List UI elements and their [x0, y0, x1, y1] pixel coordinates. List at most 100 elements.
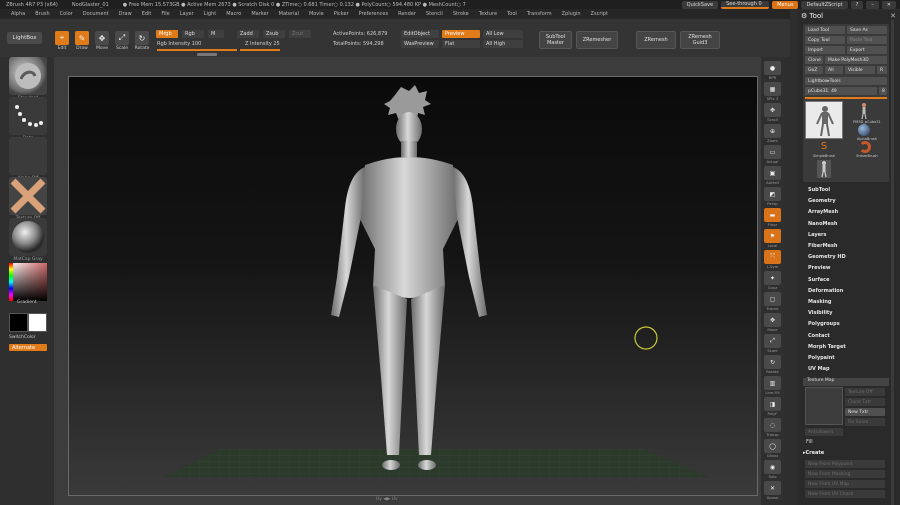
shelf-aahalf-icon[interactable]: ▣ — [764, 166, 781, 180]
subpalette-geometry-hd[interactable]: Geometry HD — [808, 254, 846, 260]
shelf-persp-icon[interactable]: ◩ — [764, 187, 781, 201]
eraser-brush-icon[interactable] — [859, 141, 871, 153]
rgb-button[interactable]: Rgb — [182, 30, 204, 38]
subpalette-deformation[interactable]: Deformation — [808, 288, 843, 294]
zsub-button[interactable]: Zsub — [263, 30, 285, 38]
m-button[interactable]: M — [208, 30, 224, 38]
fix-seam-button[interactable]: Fix Seam — [845, 418, 885, 426]
make-polymesh-button[interactable]: Make PolyMesh3D — [825, 56, 887, 64]
material-thumbnail[interactable] — [9, 218, 47, 256]
import-button[interactable]: Import — [805, 46, 845, 54]
help-icon[interactable]: ? — [850, 0, 864, 9]
current-tool-slider[interactable]: pCube31. 49 — [805, 87, 877, 95]
switchcolor-button[interactable]: SwitchColor — [9, 335, 36, 340]
export-button[interactable]: Export — [847, 46, 887, 54]
zremesher-button[interactable]: ZRemesher — [576, 31, 618, 49]
shelf-zoom-icon[interactable]: ⊕ — [764, 124, 781, 138]
subpalette-visibility[interactable]: Visibility — [808, 310, 833, 316]
zadd-button[interactable]: Zadd — [237, 30, 259, 38]
r-button[interactable]: R — [877, 66, 887, 74]
menu-color[interactable]: Color — [55, 11, 78, 17]
menu-tool[interactable]: Tool — [502, 11, 522, 17]
alpha-thumbnail[interactable] — [9, 137, 47, 175]
shelf-local-icon[interactable]: ⚑ — [764, 229, 781, 243]
all-low-button[interactable]: All Low — [483, 30, 523, 38]
minimize-icon[interactable]: – — [866, 0, 879, 9]
brush-thumbnail[interactable] — [9, 57, 47, 95]
tool-thumb-small-figure[interactable] — [817, 160, 831, 178]
shelf-polyf-icon[interactable]: ◨ — [764, 397, 781, 411]
shelf-scale-icon[interactable]: ⤢ — [764, 334, 781, 348]
subpalette-preview[interactable]: Preview — [808, 265, 831, 271]
menu-stencil[interactable]: Stencil — [421, 11, 448, 17]
edit-mode-icon[interactable]: ⌖ — [55, 31, 69, 45]
copy-tool-button[interactable]: Copy Tool — [805, 36, 845, 44]
subpalette-layers[interactable]: Layers — [808, 232, 827, 238]
menus-button[interactable]: Menus — [772, 0, 799, 9]
save-as-button[interactable]: Save As — [847, 26, 887, 34]
new-from-uvmap-button[interactable]: New From UV Map — [805, 480, 885, 488]
subpalette-arraymesh[interactable]: ArrayMesh — [808, 209, 838, 215]
shelf-bpr-icon[interactable]: ● — [764, 61, 781, 75]
simple-brush-icon[interactable]: S — [817, 141, 831, 153]
z-intensity-slider[interactable]: Z Intensity 25 — [245, 41, 280, 47]
menu-movie[interactable]: Movie — [304, 11, 329, 17]
fill-button[interactable]: Fill — [806, 439, 813, 445]
menu-texture[interactable]: Texture — [474, 11, 502, 17]
draw-mode-icon[interactable]: ✎ — [75, 31, 89, 45]
texture-thumbnail[interactable] — [9, 177, 47, 215]
zremesh-guides-button[interactable]: ZRemesh Guid3 — [680, 31, 720, 49]
new-from-masking-button[interactable]: New From Masking — [805, 470, 885, 478]
lightbox-button[interactable]: LightBox — [7, 32, 42, 44]
shelf-move-icon[interactable]: ✥ — [764, 313, 781, 327]
menu-alpha[interactable]: Alpha — [6, 11, 30, 17]
load-tool-button[interactable]: Load Tool — [805, 26, 845, 34]
shelf-frame-icon[interactable]: ▢ — [764, 292, 781, 306]
new-txtr-button[interactable]: New Txtr — [845, 408, 885, 416]
palette-close-icon[interactable]: ✕ — [890, 12, 896, 20]
stroke-thumbnail[interactable] — [9, 97, 47, 135]
alpha-brush-icon[interactable] — [858, 124, 870, 136]
shelf-solo-icon[interactable]: ◉ — [764, 460, 781, 474]
menu-light[interactable]: Light — [199, 11, 221, 17]
document-canvas[interactable] — [68, 76, 758, 496]
menu-macro[interactable]: Macro — [221, 11, 246, 17]
shelf-transp-icon[interactable]: ◌ — [764, 418, 781, 432]
visible-button[interactable]: Visible — [845, 66, 875, 74]
all-high-button[interactable]: All High — [483, 40, 523, 48]
subpalette-contact[interactable]: Contact — [808, 333, 830, 339]
rgb-intensity-bar[interactable] — [157, 49, 237, 51]
rotate-mode-icon[interactable]: ↻ — [135, 31, 149, 45]
hue-strip[interactable] — [9, 263, 13, 301]
shelf-actual-icon[interactable]: ▭ — [764, 145, 781, 159]
mrgb-button[interactable]: Mrgb — [156, 30, 178, 38]
tool-slider-bar[interactable] — [805, 97, 887, 99]
zremesh-button[interactable]: ZRemesh — [636, 31, 676, 49]
shelf-xpose-icon[interactable]: ✕ — [764, 481, 781, 495]
subpalette-subtool[interactable]: SubTool — [808, 187, 830, 193]
color-picker-square[interactable] — [9, 263, 47, 301]
new-from-polypaint-button[interactable]: New From Polypaint — [805, 460, 885, 468]
subpalette-surface[interactable]: Surface — [808, 277, 830, 283]
create-section[interactable]: ▸Create — [803, 450, 824, 456]
subpalette-morph-target[interactable]: Morph Target — [808, 344, 846, 350]
menu-edit[interactable]: Edit — [137, 11, 157, 17]
z-intensity-bar[interactable] — [240, 49, 280, 51]
menu-document[interactable]: Document — [78, 11, 114, 17]
subpalette-uv-map[interactable]: UV Map — [808, 366, 830, 372]
main-color-swatch[interactable] — [9, 313, 28, 332]
menu-transform[interactable]: Transform — [522, 11, 557, 17]
menu-render[interactable]: Render — [393, 11, 421, 17]
clone-txtr-button[interactable]: Clone Txtr — [845, 398, 885, 406]
tool-thumb-figure-icon[interactable] — [857, 102, 871, 120]
menu-layer[interactable]: Layer — [175, 11, 199, 17]
close-icon[interactable]: ✕ — [881, 0, 896, 9]
shelf-scroll-icon[interactable]: ✥ — [764, 103, 781, 117]
lightbox-tools-button[interactable]: Lightbox▸Tools — [805, 77, 887, 85]
menu-stroke[interactable]: Stroke — [448, 11, 474, 17]
texture-off-button[interactable]: Texture Off — [845, 388, 885, 396]
default-zscript-button[interactable]: DefaultZScript — [801, 0, 848, 9]
scale-mode-icon[interactable]: ⤢ — [115, 31, 129, 45]
subpalette-polygroups[interactable]: Polygroups — [808, 321, 840, 327]
shelf-floor-icon[interactable]: ▬ — [764, 208, 781, 222]
